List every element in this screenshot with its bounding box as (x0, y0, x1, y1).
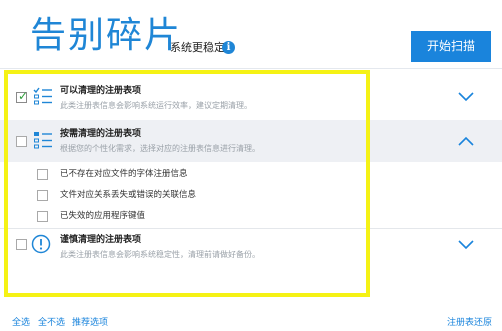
chevron-down-icon[interactable] (458, 240, 474, 250)
item-label: 已不存在对应文件的字体注册信息 (60, 169, 188, 179)
header: 告别碎片 系统更稳定 i 开始扫描 (0, 0, 502, 66)
item-checkbox[interactable] (37, 169, 48, 180)
category-title: 谨慎清理的注册表项 (60, 235, 142, 245)
category-title: 按需清理的注册表项 (60, 129, 142, 139)
page-subtitle: 系统更稳定 (170, 41, 225, 54)
list-item[interactable]: 已失效的应用程序键值 (0, 206, 502, 228)
category-checkbox[interactable] (16, 239, 27, 250)
item-label: 文件对应关系丢失或错误的关联信息 (60, 190, 197, 200)
registry-restore-link[interactable]: 注册表还原 (447, 318, 492, 329)
select-none-link[interactable]: 全不选 (38, 318, 65, 329)
header-divider (0, 68, 502, 69)
item-checkbox[interactable] (37, 190, 48, 201)
item-checkbox[interactable] (37, 211, 48, 222)
list-icon (34, 132, 52, 149)
recommended-link[interactable]: 推荐选项 (72, 318, 108, 329)
category-checkbox[interactable]: ✓ (16, 89, 29, 103)
checklist-icon (33, 87, 52, 105)
list-item[interactable]: 已不存在对应文件的字体注册信息 (0, 164, 502, 186)
category-checkbox[interactable] (16, 136, 27, 147)
list-item[interactable]: 文件对应关系丢失或错误的关联信息 (0, 185, 502, 207)
category-description: 此类注册表信息会影响系统稳定性，清理前请做好备份。 (60, 250, 260, 259)
info-icon[interactable]: i (222, 41, 235, 54)
category-row-optional[interactable]: 按需清理的注册表项 根据您的个性化需求，选择对应的注册表信息进行清理。 (0, 120, 502, 162)
category-row-recommended[interactable]: ✓ 可以清理的注册表项 此类注册表信息会影响系统运行效率，建议定期清理。 (0, 72, 502, 120)
page-title: 告别碎片 (30, 15, 183, 56)
select-all-link[interactable]: 全选 (12, 318, 30, 329)
start-scan-button[interactable]: 开始扫描 (411, 31, 491, 62)
category-description: 根据您的个性化需求，选择对应的注册表信息进行清理。 (60, 144, 260, 153)
category-description: 此类注册表信息会影响系统运行效率，建议定期清理。 (60, 101, 252, 110)
category-row-caution[interactable]: 谨慎清理的注册表项 此类注册表信息会影响系统稳定性，清理前请做好备份。 (0, 228, 502, 276)
warning-icon (31, 234, 51, 254)
chevron-up-icon[interactable] (458, 136, 474, 146)
chevron-down-icon[interactable] (458, 92, 474, 102)
item-label: 已失效的应用程序键值 (60, 211, 146, 221)
category-title: 可以清理的注册表项 (60, 86, 142, 96)
checkmark-icon: ✓ (18, 89, 29, 103)
